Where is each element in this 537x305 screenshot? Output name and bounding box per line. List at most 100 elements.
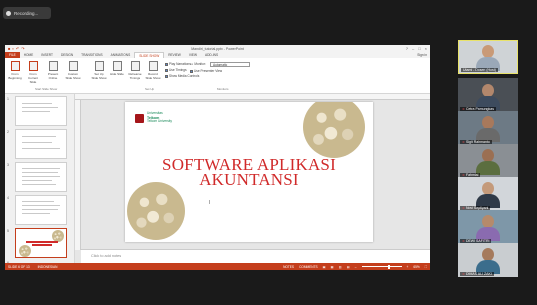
record-slide-show-button[interactable]: Record Slide Show <box>145 61 161 80</box>
maximize-icon[interactable]: □ <box>418 46 420 51</box>
present-online-button[interactable]: Present Online <box>45 61 61 80</box>
monitor-icon: ▭ <box>190 62 194 66</box>
current-slide[interactable]: Universitas Telkom Telkom University SOF… <box>125 102 373 242</box>
use-presenter-view-checkbox[interactable]: Use Presenter View <box>190 69 222 73</box>
minimize-icon[interactable]: – <box>412 46 414 51</box>
play-current-icon <box>28 61 38 71</box>
thumb-number: 4 <box>7 196 9 200</box>
help-icon[interactable]: ? <box>406 46 408 51</box>
zoom-slider[interactable] <box>361 264 402 269</box>
slide-counter: SLIDE 6 OF 13 <box>8 264 30 269</box>
participant-name: DIMAS ALI ZAKI <box>465 272 492 276</box>
from-current-label: From Current Slide <box>27 72 38 84</box>
vertical-ruler <box>75 100 81 250</box>
participant-tile[interactable]: ⨯ DEWI SAFITRI <box>458 210 518 244</box>
checkbox-box <box>165 62 168 66</box>
participant-video <box>476 116 500 142</box>
participant-tile[interactable]: ⨯ Novi Septiyani <box>458 177 518 211</box>
set-up-slide-show-button[interactable]: Set Up Slide Show <box>91 61 107 80</box>
status-right: NOTES COMMENTS ▣ ▦ ▥ ▤ – + 65% ⛶ <box>283 264 430 269</box>
notes-placeholder: Click to add notes <box>91 254 122 258</box>
cracker-photo-bottom <box>127 182 185 240</box>
checkbox-label: Play Narrations <box>169 62 191 66</box>
fit-slide-icon[interactable]: ⛶ <box>425 265 427 269</box>
ribbon: From Beginning From Current Slide Presen… <box>5 58 430 94</box>
muted-mic-icon: ⨯ <box>462 272 465 276</box>
slide-title: SOFTWARE APLIKASI AKUNTANSI <box>125 156 373 189</box>
group-monitors: Monitors <box>217 87 229 91</box>
cracker-photo-top <box>303 102 365 158</box>
slide-sorter-icon[interactable]: ▦ <box>331 265 334 269</box>
from-current-slide-button[interactable]: From Current Slide <box>25 61 41 84</box>
notes-pane[interactable]: Click to add notes <box>81 249 430 263</box>
setup-icon <box>94 61 104 71</box>
record-show-icon <box>148 61 158 71</box>
university-logo-mark <box>135 113 144 123</box>
zoom-out-icon[interactable]: – <box>355 265 357 269</box>
window-controls: ? – □ × <box>406 46 427 51</box>
thumb-number: 3 <box>7 163 9 167</box>
play-icon <box>10 61 20 71</box>
rehearse-timings-button[interactable]: Rehearse Timings <box>127 61 143 80</box>
group-set-up: Set Up <box>145 87 155 91</box>
powerpoint-window: ■ ▪ ↶ ↷ Mandiri_tutorial.pptx - PowerPoi… <box>5 45 430 270</box>
checkbox-label: Show Media Controls <box>169 74 200 78</box>
reading-view-icon[interactable]: ▥ <box>339 265 342 269</box>
text-cursor-icon: I <box>209 200 211 206</box>
hide-slide-label: Hide Slide <box>110 72 124 76</box>
present-online-icon <box>48 61 58 71</box>
play-narrations-checkbox[interactable]: Play Narrations <box>165 62 191 66</box>
present-online-label: Present Online <box>47 72 59 80</box>
logo-line-3: Telkom University <box>147 119 172 124</box>
record-show-label: Record Slide Show <box>145 72 161 80</box>
slide-thumbnail[interactable] <box>15 129 67 159</box>
participant-name-tag: Utami - Dosen (Host) <box>461 68 498 72</box>
show-media-controls-checkbox[interactable]: Show Media Controls <box>165 74 199 78</box>
use-timings-checkbox[interactable]: Use Timings <box>165 68 187 72</box>
window-title: Mandiri_tutorial.pptx - PowerPoint <box>191 46 244 51</box>
ppt-titlebar: ■ ▪ ↶ ↷ Mandiri_tutorial.pptx - PowerPoi… <box>5 45 430 52</box>
slide-thumbnail[interactable] <box>15 96 67 126</box>
from-beginning-label: From Beginning <box>8 72 22 80</box>
participant-name: Utami - Dosen (Host) <box>463 68 496 72</box>
zoom-in-icon[interactable]: + <box>407 265 409 269</box>
participant-tile[interactable]: Utami - Dosen (Host) <box>458 40 518 74</box>
monitor-select[interactable]: Automatic <box>210 62 250 67</box>
slide-title-line-2: AKUNTANSI <box>199 170 299 189</box>
participant-video <box>476 248 500 274</box>
custom-slide-show-button[interactable]: Custom Slide Show <box>65 61 81 80</box>
slideshow-view-icon[interactable]: ▤ <box>347 265 350 269</box>
checkbox-box <box>190 69 193 73</box>
slide-thumbnail-selected[interactable] <box>15 228 67 258</box>
participant-tile[interactable]: ⨯ Sigit Rahmanto <box>458 111 518 145</box>
participant-video <box>476 182 500 208</box>
slide-edit-area: Universitas Telkom Telkom University SOF… <box>75 94 430 263</box>
recording-indicator[interactable]: Recording... <box>3 7 51 19</box>
comments-toggle[interactable]: COMMENTS <box>299 265 318 269</box>
close-icon[interactable]: × <box>425 46 427 51</box>
participant-tile[interactable]: ⨯ DIMAS ALI ZAKI <box>458 243 518 277</box>
participant-video <box>476 149 500 175</box>
participant-tile[interactable]: ⨯ Fahmial <box>458 144 518 178</box>
participant-name-tag: ⨯ DIMAS ALI ZAKI <box>460 272 494 276</box>
participant-tile[interactable]: ⨯ Cetra Pamungkas <box>458 78 518 112</box>
slide-thumbnail[interactable] <box>15 195 67 225</box>
thumb-number: 5 <box>7 229 9 233</box>
horizontal-ruler <box>75 94 430 100</box>
custom-show-label: Custom Slide Show <box>65 72 81 80</box>
logo-line-1: Universitas <box>147 111 163 115</box>
rehearse-icon <box>130 61 140 71</box>
monitor-select-value: Automatic <box>213 63 228 67</box>
hide-slide-icon <box>112 61 122 71</box>
normal-view-icon[interactable]: ▣ <box>323 265 326 269</box>
university-logo: Universitas Telkom Telkom University <box>135 111 172 124</box>
group-start-slide-show: Start Slide Show <box>35 87 58 91</box>
from-beginning-button[interactable]: From Beginning <box>7 61 23 80</box>
hide-slide-button[interactable]: Hide Slide <box>109 61 125 76</box>
slide-thumbnail[interactable] <box>15 162 67 192</box>
university-logo-text: Universitas Telkom Telkom University <box>147 111 172 124</box>
language-indicator[interactable]: INDONESIAN <box>38 265 58 269</box>
setup-label: Set Up Slide Show <box>91 72 107 80</box>
zoom-level[interactable]: 65% <box>413 265 419 269</box>
notes-toggle[interactable]: NOTES <box>283 265 294 269</box>
